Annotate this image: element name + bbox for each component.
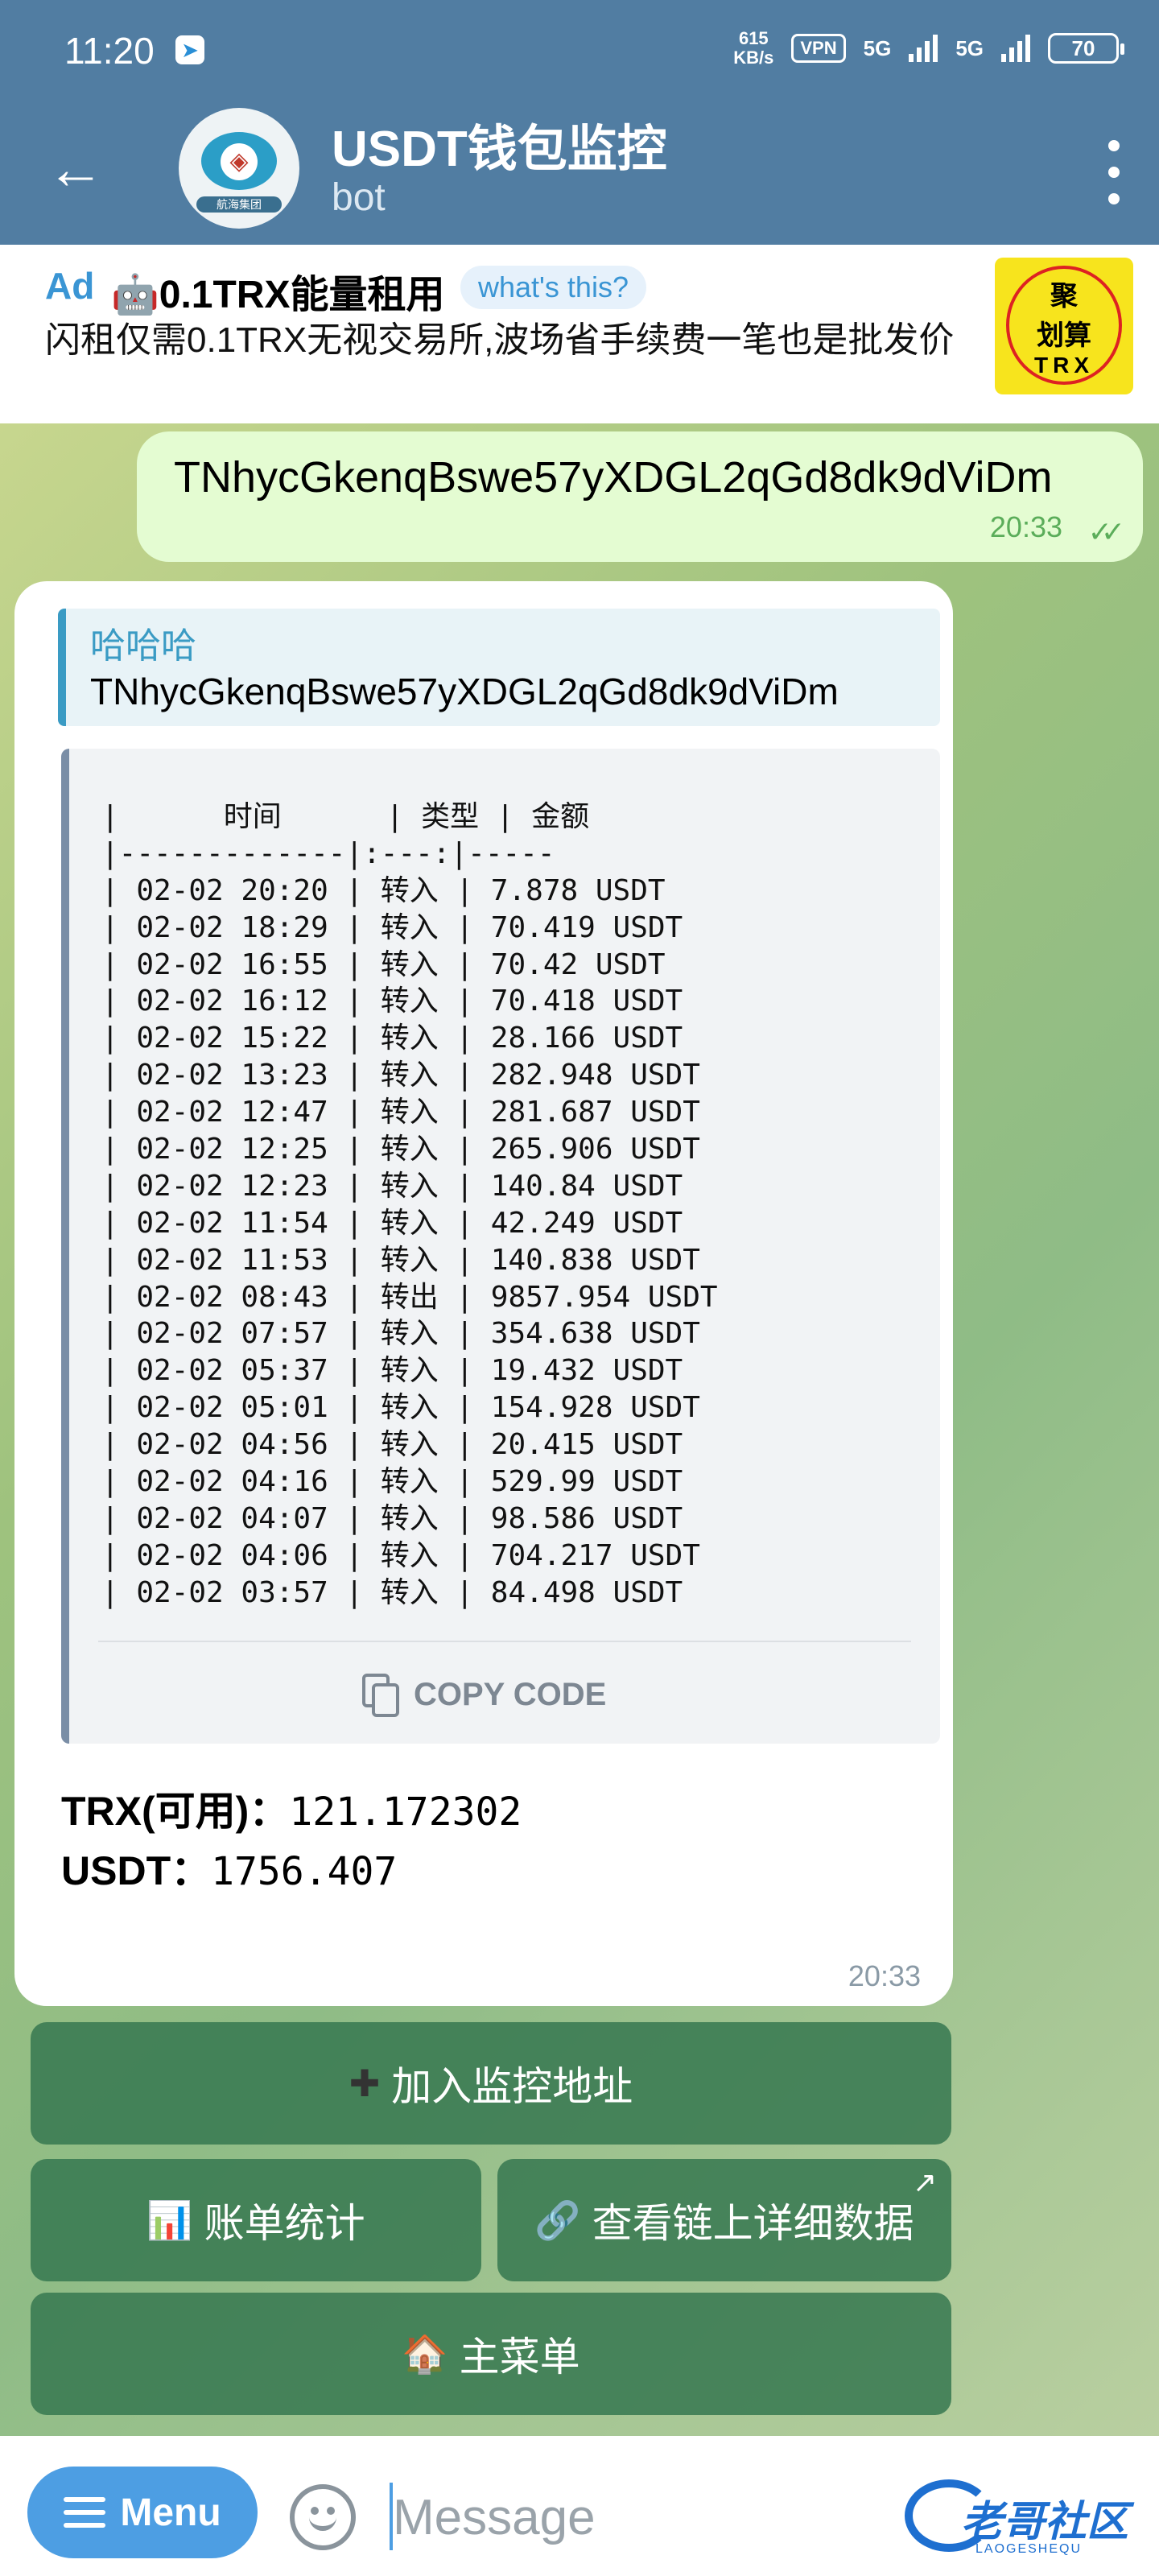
code-line: | 02-02 05:01 | 转入 | 154.928 USDT — [101, 1391, 700, 1425]
main-menu-label: 主菜单 — [459, 2334, 580, 2380]
network-type-2: 5G — [955, 35, 984, 60]
hamburger-icon — [64, 2497, 106, 2528]
incoming-message[interactable]: 哈哈哈 TNhycGkenqBswe57yXDGL2qGd8dk9dViDm |… — [14, 581, 953, 2006]
copy-code-label: COPY CODE — [414, 1676, 607, 1712]
reply-quote-text: TNhycGkenqBswe57yXDGL2qGd8dk9dViDm — [90, 671, 839, 712]
outgoing-message-text: TNhycGkenqBswe57yXDGL2qGd8dk9dViDm — [174, 453, 1053, 502]
code-line: | 02-02 08:43 | 转出 | 9857.954 USDT — [101, 1280, 718, 1314]
chain-details-label: 查看链上详细数据 — [592, 2201, 914, 2246]
trx-balance-value: 121.172302 — [289, 1790, 522, 1835]
add-monitor-address-label: 加入监控地址 — [391, 2064, 633, 2109]
menu-button-label: Menu — [120, 2491, 221, 2534]
link-icon: 🔗 — [534, 2198, 581, 2241]
watermark-subtext: LAOGESHEQU — [975, 2542, 1083, 2556]
ad-logo-bottom: TRX — [1034, 353, 1094, 378]
plus-icon: ✚ — [349, 2062, 381, 2104]
ad-title: 🤖0.1TRX能量租用 — [111, 274, 445, 316]
avatar-caption: 航海集团 — [196, 196, 282, 213]
code-line: | 02-02 18:29 | 转入 | 70.419 USDT — [101, 910, 683, 944]
code-line: | 02-02 03:57 | 转入 | 84.498 USDT — [101, 1575, 683, 1609]
ad-logo: 聚 划算 TRX — [995, 258, 1133, 394]
code-line: | 02-02 04:07 | 转入 | 98.586 USDT — [101, 1501, 683, 1535]
code-line: | 02-02 15:22 | 转入 | 28.166 USDT — [101, 1022, 683, 1055]
code-line: | 02-02 05:37 | 转入 | 19.432 USDT — [101, 1354, 683, 1388]
code-line: | 02-02 13:23 | 转入 | 282.948 USDT — [101, 1059, 700, 1092]
incoming-message-time: 20:33 — [848, 1959, 921, 1992]
trx-balance: TRX(可用)：121.172302 — [61, 1779, 522, 1837]
ad-text: 闪租仅需0.1TRX无视交易所,波场省手续费一笔也是批发价 — [45, 320, 955, 360]
bar-chart-icon: 📊 — [146, 2198, 193, 2241]
status-bar: 11:20 ➤ 615 KB/s VPN 5G 5G 70 — [0, 0, 1159, 95]
ad-logo-top: 聚 — [1050, 281, 1078, 312]
battery-icon: 70 — [1048, 33, 1124, 64]
code-block: | 时间 | 类型 | 金额 |-------------|:---:|-----… — [61, 749, 940, 1744]
avatar[interactable]: ◈ 航海集团 — [179, 108, 299, 229]
status-indicators: 615 KB/s VPN 5G 5G 70 — [733, 29, 1124, 68]
code-line: | 时间 | 类型 | 金额 — [101, 800, 590, 833]
whats-this-button[interactable]: what's this? — [460, 266, 646, 309]
more-vertical-icon[interactable] — [1104, 140, 1124, 204]
code-line: | 02-02 12:25 | 转入 | 265.906 USDT — [101, 1133, 700, 1166]
chain-details-button[interactable]: 🔗 查看链上详细数据 ↗ — [497, 2159, 951, 2281]
network-type-1: 5G — [863, 35, 892, 60]
smile-icon[interactable] — [290, 2484, 356, 2550]
code-line: | 02-02 20:20 | 转入 | 7.878 USDT — [101, 873, 666, 907]
arrow-left-icon[interactable]: ← — [47, 140, 105, 198]
chat-header: ← ◈ 航海集团 USDT钱包监控 bot — [0, 95, 1159, 245]
code-line: | 02-02 07:57 | 转入 | 354.638 USDT — [101, 1317, 700, 1351]
signal-1-icon — [909, 35, 938, 62]
code-line: | 02-02 16:55 | 转入 | 70.42 USDT — [101, 947, 666, 981]
menu-button[interactable]: Menu — [27, 2467, 258, 2558]
tron-logo-icon: ◈ — [221, 143, 258, 180]
signal-2-icon — [1001, 35, 1030, 62]
vpn-badge: VPN — [791, 34, 846, 63]
code-line: | 02-02 16:12 | 转入 | 70.418 USDT — [101, 985, 683, 1018]
network-speed-value: 615 — [738, 28, 769, 48]
ad-tag: Ad — [45, 265, 95, 307]
chat-title[interactable]: USDT钱包监控 — [332, 108, 667, 180]
code-block-lines: | 时间 | 类型 | 金额 |-------------|:---:|-----… — [101, 799, 718, 1612]
main-menu-button[interactable]: 🏠 主菜单 — [31, 2293, 951, 2415]
external-link-icon: ↗ — [912, 2165, 937, 2198]
code-line: |-------------|:---:|----- — [101, 836, 555, 870]
outgoing-message-time: 20:33 — [989, 510, 1062, 543]
watermark-text: 老哥社区 — [961, 2499, 1129, 2545]
chat-subtitle: bot — [332, 176, 386, 219]
copy-code-button[interactable]: COPY CODE — [362, 1666, 606, 1723]
code-block-divider — [98, 1641, 911, 1642]
code-line: | 02-02 11:53 | 转入 | 140.838 USDT — [101, 1243, 700, 1277]
reply-quote[interactable]: 哈哈哈 TNhycGkenqBswe57yXDGL2qGd8dk9dViDm — [58, 609, 940, 726]
network-speed: 615 KB/s — [733, 29, 773, 68]
code-line: | 02-02 04:16 | 转入 | 529.99 USDT — [101, 1465, 683, 1499]
status-time: 11:20 — [64, 30, 155, 72]
sponsored-ad[interactable]: Ad 🤖0.1TRX能量租用 what's this? 闪租仅需0.1TRX无视… — [0, 245, 1159, 423]
code-line: | 02-02 12:47 | 转入 | 281.687 USDT — [101, 1096, 700, 1129]
usdt-balance-value: 1756.407 — [211, 1849, 398, 1894]
telegram-notification-icon: ➤ — [175, 35, 204, 64]
house-icon: 🏠 — [402, 2332, 448, 2375]
watermark-logo: 老哥社区 LAOGESHEQU — [905, 2471, 1146, 2568]
code-line: | 02-02 12:23 | 转入 | 140.84 USDT — [101, 1169, 683, 1203]
message-input-bar: Menu 老哥社区 LAOGESHEQU — [0, 2436, 1159, 2576]
double-check-icon: ✓✓ — [1087, 515, 1125, 548]
reply-quote-author: 哈哈哈 — [90, 626, 196, 666]
code-line: | 02-02 11:54 | 转入 | 42.249 USDT — [101, 1206, 683, 1240]
message-input[interactable] — [393, 2483, 876, 2552]
code-line: | 02-02 04:56 | 转入 | 20.415 USDT — [101, 1428, 683, 1462]
bill-stats-button[interactable]: 📊 账单统计 — [31, 2159, 481, 2281]
usdt-balance-label: USDT： — [61, 1848, 212, 1893]
outgoing-message[interactable]: TNhycGkenqBswe57yXDGL2qGd8dk9dViDm 20:33… — [137, 431, 1143, 562]
usdt-balance: USDT：1756.407 — [61, 1839, 397, 1897]
copy-icon — [362, 1674, 399, 1717]
code-line: | 02-02 04:06 | 转入 | 704.217 USDT — [101, 1538, 700, 1572]
network-speed-unit: KB/s — [733, 47, 774, 68]
bill-stats-label: 账单统计 — [204, 2201, 365, 2246]
trx-balance-label: TRX(可用)： — [61, 1789, 290, 1834]
ad-logo-mid: 划算 — [1037, 320, 1091, 351]
add-monitor-address-button[interactable]: ✚ 加入监控地址 — [31, 2022, 951, 2145]
